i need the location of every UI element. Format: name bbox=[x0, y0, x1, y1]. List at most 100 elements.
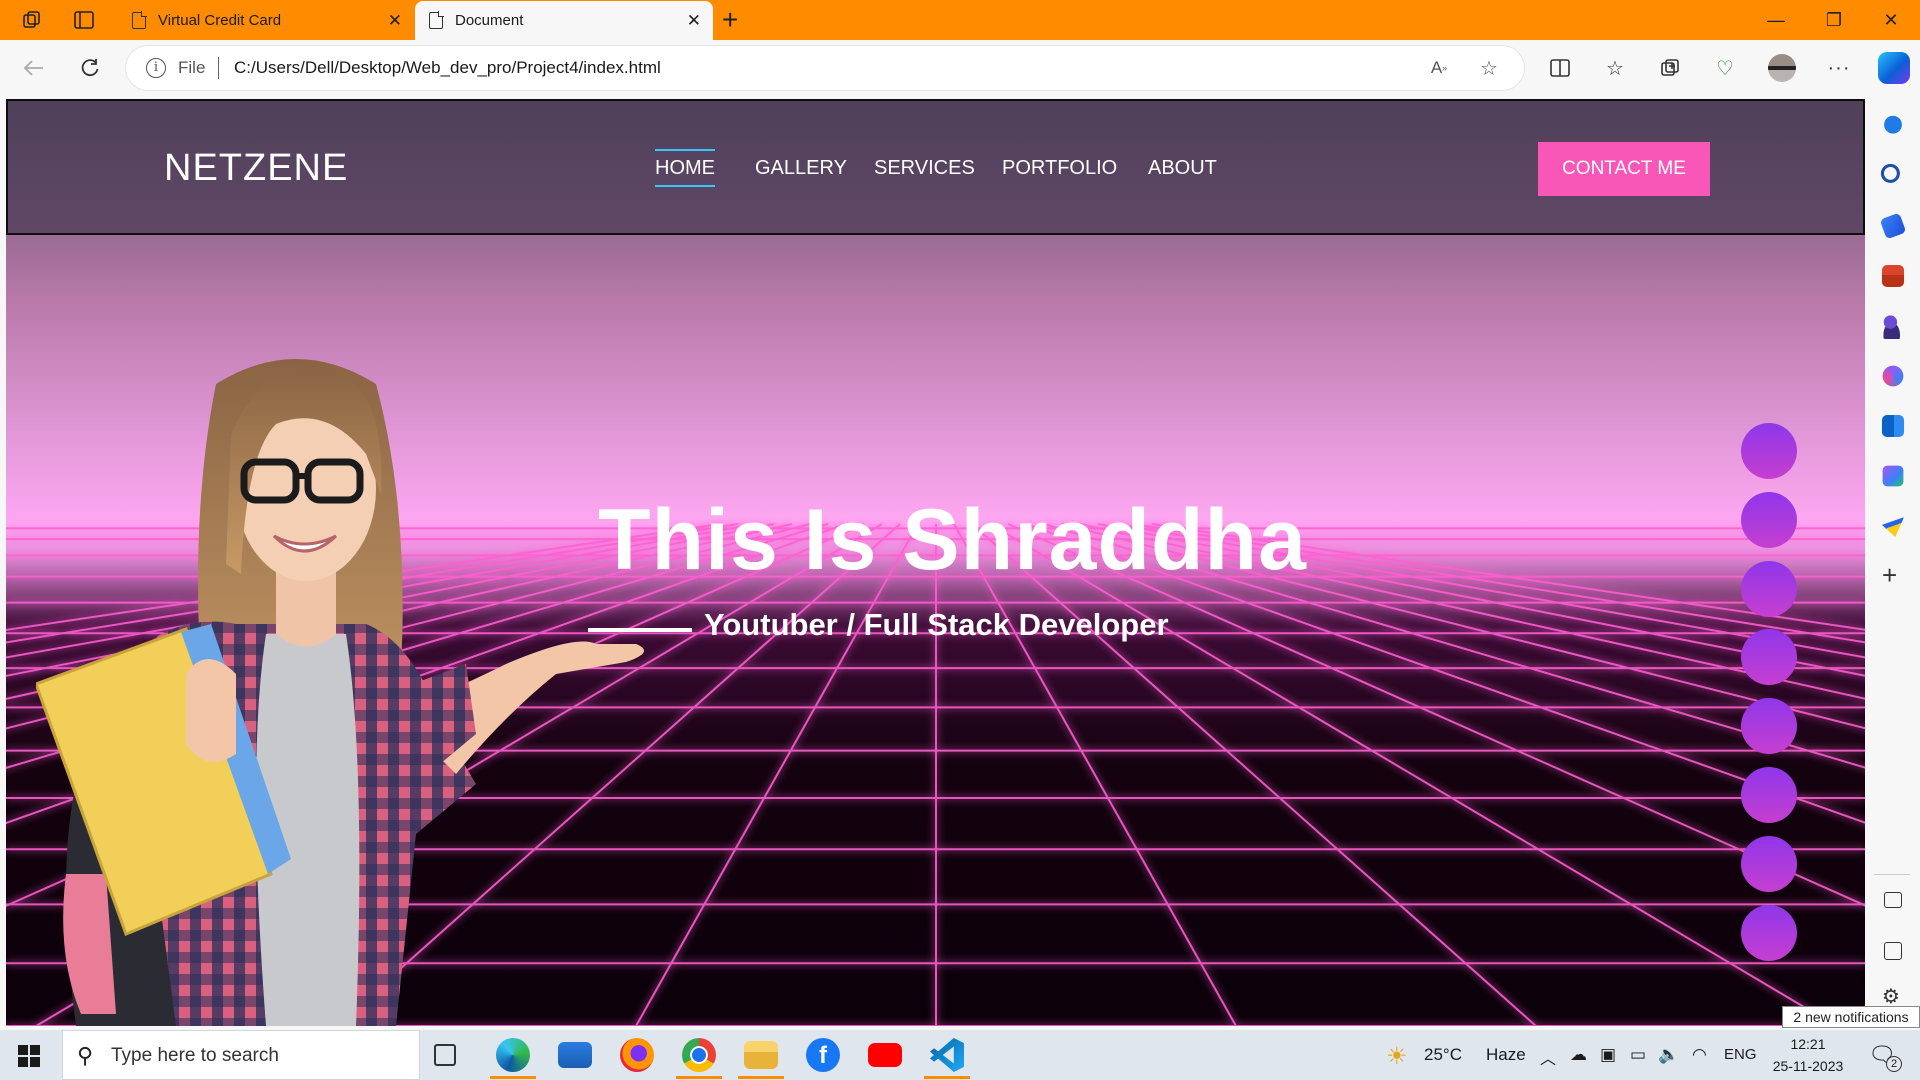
address-bar[interactable]: i File C:/Users/Dell/Desktop/Web_dev_pro… bbox=[126, 46, 1524, 90]
mail-icon[interactable] bbox=[558, 1042, 592, 1068]
read-aloud-icon[interactable]: A» bbox=[1426, 56, 1452, 80]
page-icon bbox=[429, 11, 444, 29]
wifi-icon[interactable]: ◠ bbox=[1692, 1045, 1707, 1065]
search-icon[interactable] bbox=[1880, 163, 1906, 189]
active-app-indicator bbox=[676, 1076, 722, 1079]
more-icon[interactable]: ··· bbox=[1824, 53, 1854, 83]
tab-actions-icon[interactable] bbox=[70, 8, 98, 32]
edge-icon[interactable] bbox=[496, 1038, 530, 1072]
side-dot[interactable] bbox=[1741, 560, 1797, 617]
side-dot[interactable] bbox=[1741, 835, 1797, 892]
chrome-icon[interactable] bbox=[682, 1038, 716, 1072]
side-dot[interactable] bbox=[1741, 698, 1797, 755]
workspaces-icon[interactable] bbox=[18, 8, 46, 32]
restore-button[interactable]: ❐ bbox=[1811, 6, 1857, 34]
taskbar-search[interactable]: ⚲ Type here to search bbox=[62, 1030, 420, 1080]
shopping-tag-icon[interactable] bbox=[1879, 212, 1907, 240]
contact-me-button[interactable]: CONTACT ME bbox=[1538, 142, 1710, 196]
office-icon[interactable] bbox=[1882, 365, 1904, 387]
external-link-icon[interactable] bbox=[1884, 942, 1902, 960]
site-info-icon[interactable]: i bbox=[146, 58, 166, 78]
language-indicator[interactable]: ENG bbox=[1724, 1046, 1757, 1063]
clock-date: 25-11-2023 bbox=[1772, 1058, 1844, 1074]
battery-icon[interactable]: ▭ bbox=[1630, 1045, 1646, 1065]
favorite-star-icon[interactable]: ☆ bbox=[1476, 56, 1502, 80]
browser-toolbar: i File C:/Users/Dell/Desktop/Web_dev_pro… bbox=[0, 40, 1920, 96]
active-app-indicator bbox=[490, 1076, 536, 1079]
bell-icon[interactable] bbox=[1880, 113, 1906, 139]
weather-condition[interactable]: Haze bbox=[1486, 1045, 1526, 1065]
grid-line bbox=[989, 523, 1837, 1026]
side-dot[interactable] bbox=[1741, 423, 1797, 479]
webpage-viewport: NETZENE HOME GALLERY SERVICES PORTFOLIO … bbox=[6, 99, 1865, 1026]
favorites-icon[interactable]: ☆ bbox=[1600, 53, 1630, 83]
active-app-indicator bbox=[924, 1076, 970, 1079]
vscode-icon[interactable] bbox=[930, 1038, 964, 1072]
hero-divider-line bbox=[588, 628, 692, 632]
search-icon: ⚲ bbox=[77, 1043, 94, 1068]
tab-document[interactable]: Document ✕ bbox=[415, 1, 713, 40]
refresh-button[interactable] bbox=[72, 50, 108, 86]
firefox-icon[interactable] bbox=[620, 1038, 654, 1072]
taskbar-clock[interactable]: 12:21 25-11-2023 bbox=[1768, 1033, 1848, 1077]
nav-services[interactable]: SERVICES bbox=[874, 157, 975, 180]
outlook-icon[interactable] bbox=[1881, 414, 1905, 438]
browser-title-bar: Virtual Credit Card ✕ Document ✕ + — ❐ ✕ bbox=[0, 0, 1920, 40]
side-dot[interactable] bbox=[1741, 767, 1797, 823]
scheme-label: File bbox=[178, 58, 206, 77]
file-explorer-icon[interactable] bbox=[744, 1041, 778, 1069]
nav-home[interactable]: HOME bbox=[655, 149, 715, 187]
browser-essentials-icon[interactable]: ♡ bbox=[1710, 53, 1740, 83]
send-icon[interactable] bbox=[1881, 517, 1905, 538]
address-divider bbox=[218, 57, 219, 79]
split-screen-icon[interactable] bbox=[1545, 53, 1575, 83]
close-tab-icon[interactable]: ✕ bbox=[687, 12, 701, 29]
new-tab-button[interactable]: + bbox=[722, 4, 738, 36]
minimize-button[interactable]: — bbox=[1753, 6, 1799, 34]
sidebar-toggle-icon[interactable] bbox=[1884, 892, 1902, 908]
close-window-button[interactable]: ✕ bbox=[1868, 6, 1914, 34]
grid-line bbox=[971, 523, 1537, 1026]
copilot-icon[interactable] bbox=[1878, 52, 1910, 84]
weather-icon[interactable]: ☀ bbox=[1386, 1042, 1408, 1071]
nav-gallery[interactable]: GALLERY bbox=[755, 157, 847, 180]
show-hidden-icons-chevron-icon[interactable]: ︿ bbox=[1540, 1045, 1556, 1069]
cloud-sync-icon[interactable]: ☁ bbox=[1570, 1045, 1587, 1065]
add-icon[interactable]: + bbox=[1882, 562, 1897, 588]
url-text[interactable]: C:/Users/Dell/Desktop/Web_dev_pro/Projec… bbox=[234, 58, 661, 78]
profile-avatar[interactable] bbox=[1768, 54, 1796, 82]
grid-line bbox=[953, 523, 1237, 1026]
tools-icon[interactable] bbox=[1881, 264, 1905, 288]
active-app-indicator bbox=[738, 1076, 784, 1079]
nav-about[interactable]: ABOUT bbox=[1148, 157, 1217, 180]
site-logo[interactable]: NETZENE bbox=[164, 147, 348, 190]
nav-portfolio[interactable]: PORTFOLIO bbox=[1002, 157, 1117, 180]
student-photo bbox=[36, 359, 644, 1026]
youtube-icon[interactable] bbox=[868, 1043, 902, 1067]
windows-taskbar: ⚲ Type here to search f ☀ 25°C Haze ︿ ☁ … bbox=[0, 1030, 1920, 1080]
collections-icon[interactable] bbox=[1655, 53, 1685, 83]
back-button[interactable] bbox=[16, 50, 52, 86]
grid-line bbox=[1025, 523, 1865, 824]
facebook-icon[interactable]: f bbox=[806, 1038, 840, 1072]
task-view-icon[interactable] bbox=[434, 1044, 456, 1066]
tab-label: Document bbox=[455, 12, 524, 29]
side-dot[interactable] bbox=[1741, 904, 1797, 961]
page-icon bbox=[132, 11, 147, 29]
games-icon[interactable] bbox=[1880, 313, 1906, 339]
site-header: NETZENE HOME GALLERY SERVICES PORTFOLIO … bbox=[6, 99, 1865, 235]
edge-sidebar: + ⚙ bbox=[1866, 96, 1920, 1030]
start-button[interactable] bbox=[18, 1045, 40, 1067]
volume-icon[interactable]: 🔈 bbox=[1658, 1045, 1679, 1065]
search-placeholder: Type here to search bbox=[111, 1045, 279, 1066]
side-dot[interactable] bbox=[1741, 629, 1797, 686]
hero-subtitle: Youtuber / Full Stack Developer bbox=[704, 607, 1169, 642]
network-adapter-icon[interactable]: ▣ bbox=[1600, 1045, 1616, 1065]
tab-virtual-credit-card[interactable]: Virtual Credit Card ✕ bbox=[118, 1, 414, 40]
weather-temp[interactable]: 25°C bbox=[1424, 1045, 1462, 1065]
close-tab-icon[interactable]: ✕ bbox=[388, 12, 402, 29]
designer-icon[interactable] bbox=[1882, 465, 1904, 487]
side-dot[interactable] bbox=[1741, 491, 1797, 548]
grid-line bbox=[1043, 523, 1865, 769]
sidebar-divider bbox=[1874, 874, 1910, 875]
